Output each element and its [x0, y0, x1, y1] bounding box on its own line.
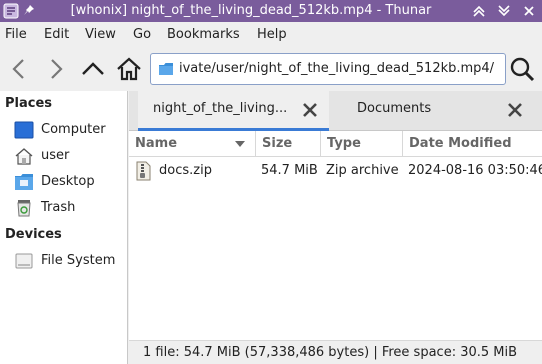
trash-icon [17, 200, 31, 217]
shade-up-icon[interactable] [471, 3, 487, 19]
file-modified: 2024-08-16 03:50:46 [408, 163, 542, 178]
desktop-icon [15, 174, 33, 190]
tab-night-of-the-living-dead[interactable]: night_of_the_living... [138, 91, 329, 131]
sidebar-item-computer[interactable]: Computer [0, 118, 127, 142]
column-label: Name [135, 136, 178, 151]
sort-descending-icon [235, 141, 245, 147]
status-bar: 1 file: 54.7 MiB (57,338,486 bytes) | Fr… [129, 340, 542, 364]
tab-label: night_of_the_living... [153, 101, 288, 116]
sidebar-item-label: Computer [41, 122, 106, 137]
places-header: Places [5, 96, 53, 111]
home-icon [15, 148, 33, 165]
sidebar-item-label: user [41, 148, 70, 163]
column-size[interactable]: Size [256, 131, 321, 157]
home-icon[interactable] [115, 55, 143, 83]
menu-view[interactable]: View [85, 27, 116, 42]
tab-label: Documents [357, 101, 432, 116]
forward-arrow-icon[interactable] [42, 55, 70, 83]
sidebar-item-label: Desktop [41, 174, 95, 189]
file-name: docs.zip [159, 163, 212, 178]
sidebar-item-desktop[interactable]: Desktop [0, 170, 127, 194]
column-type[interactable]: Type [321, 131, 403, 157]
menu-go[interactable]: Go [133, 27, 151, 42]
column-label: Size [262, 136, 293, 151]
location-bar[interactable]: ivate/user/night_of_the_living_dead_512k… [150, 53, 506, 85]
sidebar-item-file-system[interactable]: File System [0, 249, 127, 273]
status-text: 1 file: 54.7 MiB (57,338,486 bytes) | Fr… [143, 345, 518, 360]
computer-icon [14, 121, 34, 139]
file-size: 54.7 MiB [261, 163, 318, 178]
search-icon[interactable] [508, 55, 536, 83]
column-label: Type [327, 136, 361, 151]
file-type: Zip archive [326, 163, 399, 178]
sidebar-item-trash[interactable]: Trash [0, 196, 127, 220]
menu-bookmarks[interactable]: Bookmarks [167, 27, 240, 42]
window-title: [whonix] night_of_the_living_dead_512kb.… [70, 3, 432, 18]
drive-icon [15, 253, 33, 269]
column-date-modified[interactable]: Date Modified [403, 131, 542, 157]
menu-edit[interactable]: Edit [44, 27, 69, 42]
back-arrow-icon[interactable] [5, 55, 33, 83]
close-window-icon[interactable] [521, 3, 537, 19]
tab-documents[interactable]: Documents [329, 91, 542, 131]
location-path[interactable]: ivate/user/night_of_the_living_dead_512k… [179, 61, 494, 76]
column-name[interactable]: Name [129, 131, 256, 157]
pin-icon[interactable] [22, 3, 36, 17]
menu-bar: File Edit View Go Bookmarks Help [0, 22, 542, 47]
tab-bar: night_of_the_living... Documents [129, 91, 542, 131]
file-list: docs.zip 54.7 MiB Zip archive 2024-08-16… [129, 157, 542, 340]
toolbar: ivate/user/night_of_the_living_dead_512k… [0, 47, 542, 91]
close-tab-icon[interactable] [301, 101, 319, 119]
zip-archive-icon [136, 161, 151, 181]
shade-down-icon[interactable] [496, 3, 512, 19]
title-bar: [whonix] night_of_the_living_dead_512kb.… [0, 0, 542, 22]
sidebar-item-user[interactable]: user [0, 144, 127, 168]
menu-help[interactable]: Help [257, 27, 287, 42]
folder-icon [159, 63, 173, 75]
column-label: Date Modified [409, 136, 512, 151]
close-tab-icon[interactable] [506, 101, 524, 119]
column-header: Name Size Type Date Modified [129, 131, 542, 157]
sidebar-item-label: File System [41, 253, 116, 268]
sidebar: Places Computer user Desktop Trash Devic… [0, 91, 128, 364]
sidebar-item-label: Trash [41, 200, 76, 215]
app-icon[interactable] [3, 3, 19, 19]
devices-header: Devices [5, 227, 62, 242]
parent-folder-icon[interactable] [79, 55, 107, 83]
table-row[interactable]: docs.zip 54.7 MiB Zip archive 2024-08-16… [129, 157, 542, 185]
menu-file[interactable]: File [5, 27, 27, 42]
